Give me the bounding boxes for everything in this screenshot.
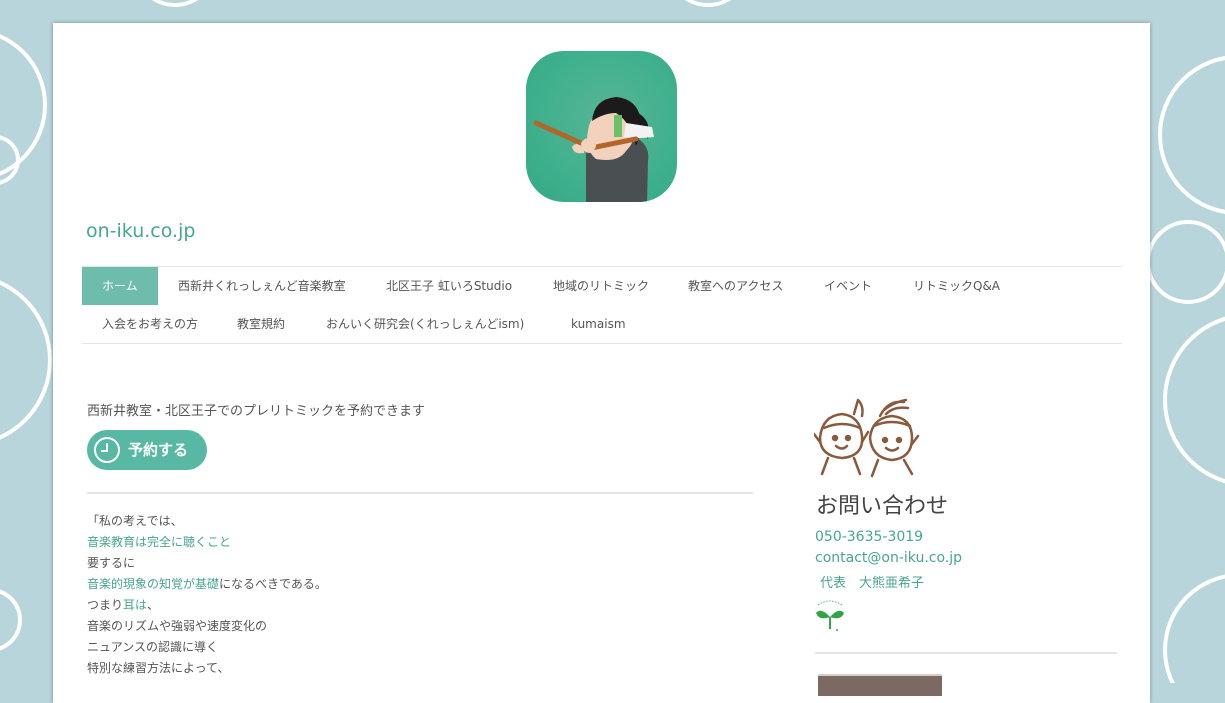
text-line: ニュアンスの認識に導く [87,640,219,654]
nav-item-home[interactable]: ホーム [82,267,158,305]
page-container: on-iku.co.jp ホーム 西新井くれっしぇんど音楽教室 北区王子 虹いろ… [53,23,1150,703]
nav-item-nishiarai[interactable]: 西新井くれっしぇんど音楽教室 [158,267,366,305]
reservation-intro: 西新井教室・北区王子でのプレリトミックを予約できます [87,404,426,419]
nav-item-oji-studio[interactable]: 北区王子 虹いろStudio [366,267,532,305]
nav-bottom-border [82,343,1122,344]
nav-item-local-rhythmic[interactable]: 地域のリトミック [533,267,669,305]
nav-item-access[interactable]: 教室へのアクセス [668,267,803,305]
text-highlight: 耳は [123,598,148,612]
sidebar-divider [815,652,1117,654]
text-plain: つまり [87,598,124,612]
site-title[interactable]: on-iku.co.jp [86,220,195,242]
contact-title: お問い合わせ [816,494,949,519]
philosophy-text: 「私の考えでは、 音楽教育は完全に聴くこと 要するに 音楽的現象の知覚が基礎にな… [87,511,327,679]
reserve-button-label: 予約する [128,441,189,459]
text-line: 「私の考えでは、 [87,514,183,528]
clock-icon [94,437,120,463]
mascot-icon [814,398,920,478]
reserve-button[interactable]: 予約する [87,430,207,470]
text-line-highlight: 音楽教育は完全に聴くこと [87,535,232,549]
text-highlight: 音楽的現象の知覚が基礎 [87,577,220,591]
sprout-icon [816,600,844,631]
text-line: 特別な練習方法によって、 [87,661,230,675]
text-line: つまり耳は、 [87,595,327,616]
contact-email[interactable]: contact@on-iku.co.jp [815,550,962,566]
nav-item-kumaism[interactable]: kumaism [551,305,646,343]
text-line: 音楽的現象の知覚が基礎になるべきである。 [87,574,327,595]
site-logo[interactable] [526,51,677,202]
text-line: 要するに [87,556,136,570]
nav-item-research[interactable]: おんいく研究会(くれっしぇんどism) [306,305,544,343]
representative: 代表 大熊亜希子 [820,576,925,591]
nav-item-faq[interactable]: リトミックQ&A [893,267,1020,305]
nav-item-join[interactable]: 入会をお考えの方 [82,305,218,343]
text-line: 音楽のリズムや強弱や速度変化の [87,619,268,633]
nav-item-rules[interactable]: 教室規約 [217,305,305,343]
contact-phone[interactable]: 050-3635-3019 [815,529,923,545]
content-divider [87,492,753,494]
nav-item-events[interactable]: イベント [804,267,892,305]
text-plain: 、 [147,598,160,612]
text-plain: になるべきである。 [219,577,327,591]
sidebar-photo[interactable] [818,674,942,696]
